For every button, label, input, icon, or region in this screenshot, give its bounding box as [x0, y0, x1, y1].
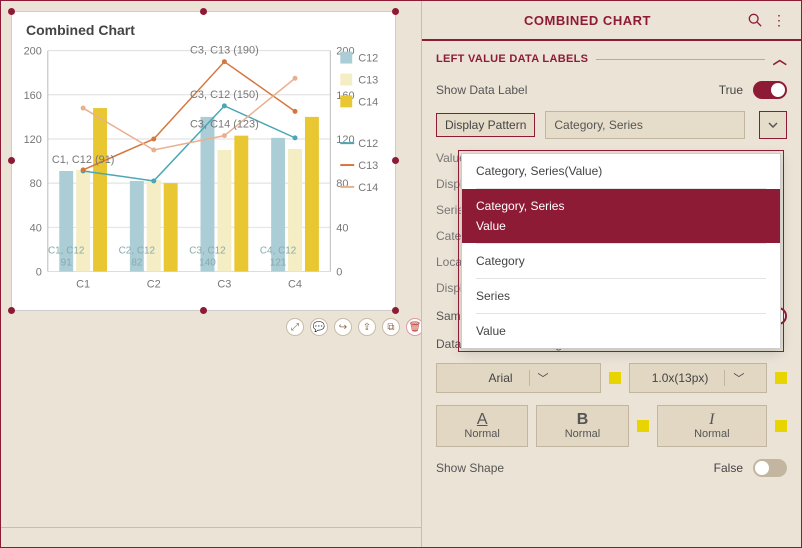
section-header[interactable]: LEFT VALUE DATA LABELS ︿ [422, 41, 801, 75]
display-pattern-dropdown[interactable]: Category, Series(Value)Category, SeriesV… [461, 153, 781, 349]
row-show-shape: Show Shape False [422, 453, 801, 483]
svg-text:120: 120 [24, 134, 42, 146]
caption: Normal [464, 428, 499, 440]
chevron-down-icon: ﹀ [724, 370, 744, 386]
bold-button[interactable]: B Normal [536, 405, 628, 447]
label: Show Data Label [436, 83, 709, 97]
dropdown-option[interactable]: Value [462, 314, 780, 348]
resize-handle[interactable] [392, 8, 399, 15]
share-button[interactable]: ↪ [334, 318, 352, 336]
svg-text:0: 0 [36, 266, 42, 278]
svg-text:C3: C3 [217, 278, 231, 290]
value: True [719, 83, 743, 97]
copy-button[interactable]: ⧉ [382, 318, 400, 336]
select-value: Category, Series [554, 118, 642, 132]
dropdown-option[interactable]: Series [462, 279, 780, 313]
toggle-show-data-label[interactable] [753, 81, 787, 99]
svg-text:C1, C12 (91): C1, C12 (91) [52, 154, 115, 166]
svg-text:C2: C2 [147, 278, 161, 290]
color-swatch[interactable] [775, 372, 787, 384]
svg-text:80: 80 [336, 178, 348, 190]
svg-text:120: 120 [336, 134, 354, 146]
panel-header: COMBINED CHART ⋮ [422, 1, 801, 41]
svg-text:40: 40 [30, 222, 42, 234]
svg-text:C14: C14 [358, 96, 378, 108]
svg-text:C13: C13 [358, 74, 378, 86]
dropdown-toggle[interactable] [759, 111, 787, 139]
svg-text:C1, C12: C1, C12 [48, 246, 85, 257]
svg-text:82: 82 [131, 258, 143, 269]
svg-text:C4: C4 [288, 278, 302, 290]
chart-toolbar: ⤢ 💬 ↪ ⇪ ⧉ 🗑 [286, 318, 424, 336]
value: False [714, 461, 743, 475]
font-family-select[interactable]: Arial ﹀ [436, 363, 601, 393]
toggle-show-shape[interactable] [753, 459, 787, 477]
svg-text:200: 200 [24, 46, 42, 58]
svg-text:0: 0 [336, 266, 342, 278]
resize-handle[interactable] [200, 8, 207, 15]
caption: Normal [694, 428, 729, 440]
dropdown-option[interactable]: Category [462, 244, 780, 278]
svg-text:80: 80 [30, 178, 42, 190]
svg-text:121: 121 [270, 258, 287, 269]
panel-title: COMBINED CHART [436, 13, 739, 28]
label-display-pattern: Display Pattern [436, 113, 535, 137]
svg-text:C12: C12 [358, 138, 378, 150]
italic-button[interactable]: I Normal [657, 405, 767, 447]
dropdown-option[interactable]: Category, Series(Value) [462, 154, 780, 188]
row-show-data-label: Show Data Label True [422, 75, 801, 105]
section-title: LEFT VALUE DATA LABELS [436, 53, 588, 65]
font-size-value: 1.0x(13px) [652, 371, 709, 385]
resize-handle[interactable] [8, 8, 15, 15]
footer-divider [1, 527, 421, 547]
chart-body: 0040408080120120160160200200C1, C1291C1C… [12, 42, 395, 302]
letter-i-icon: I [709, 412, 714, 428]
chevron-up-icon[interactable]: ︿ [773, 49, 787, 69]
color-swatch[interactable] [775, 420, 787, 432]
underline-button[interactable]: A Normal [436, 405, 528, 447]
resize-handle[interactable] [200, 307, 207, 314]
svg-text:C3, C12: C3, C12 [189, 246, 226, 257]
resize-handle[interactable] [8, 307, 15, 314]
svg-text:C4, C12: C4, C12 [260, 246, 297, 257]
resize-handle[interactable] [392, 307, 399, 314]
chevron-down-icon: ﹀ [529, 370, 549, 386]
chart-title: Combined Chart [12, 12, 395, 42]
svg-text:C14: C14 [358, 182, 378, 194]
svg-text:140: 140 [199, 258, 216, 269]
svg-text:91: 91 [61, 258, 73, 269]
svg-text:C3, C14 (123): C3, C14 (123) [190, 119, 259, 131]
comment-button[interactable]: 💬 [310, 318, 328, 336]
expand-button[interactable]: ⤢ [286, 318, 304, 336]
svg-text:C3, C13 (190): C3, C13 (190) [190, 45, 259, 57]
svg-text:C3, C12 (150): C3, C12 (150) [190, 89, 259, 101]
row-font-controls: Arial ﹀ 1.0x(13px) ﹀ [422, 357, 801, 399]
svg-text:C1: C1 [76, 278, 90, 290]
select-display-pattern[interactable]: Category, Series [545, 111, 745, 139]
svg-text:C2, C12: C2, C12 [119, 246, 156, 257]
svg-text:C12: C12 [358, 53, 378, 65]
more-icon[interactable]: ⋮ [771, 12, 787, 28]
letter-b-icon: B [577, 412, 589, 428]
font-family-value: Arial [489, 371, 513, 385]
chart-svg: 0040408080120120160160200200C1, C1291C1C… [12, 42, 395, 302]
row-text-style: A Normal B Normal I Normal [422, 399, 801, 453]
dropdown-option[interactable]: Category, SeriesValue [462, 189, 780, 243]
svg-text:160: 160 [24, 90, 42, 102]
font-size-select[interactable]: 1.0x(13px) ﹀ [629, 363, 767, 393]
svg-text:C13: C13 [358, 160, 378, 172]
row-display-pattern: Display Pattern Category, Series [422, 105, 801, 145]
svg-text:40: 40 [336, 222, 348, 234]
chevron-down-icon [768, 120, 778, 130]
export-button[interactable]: ⇪ [358, 318, 376, 336]
search-icon[interactable] [747, 12, 763, 28]
divider [596, 59, 764, 60]
caption: Normal [565, 428, 600, 440]
letter-a-icon: A [477, 412, 488, 428]
chart-card[interactable]: Combined Chart 0040408080120120160160200… [11, 11, 396, 311]
label: Show Shape [436, 461, 704, 475]
color-swatch[interactable] [609, 372, 621, 384]
color-swatch[interactable] [637, 420, 649, 432]
